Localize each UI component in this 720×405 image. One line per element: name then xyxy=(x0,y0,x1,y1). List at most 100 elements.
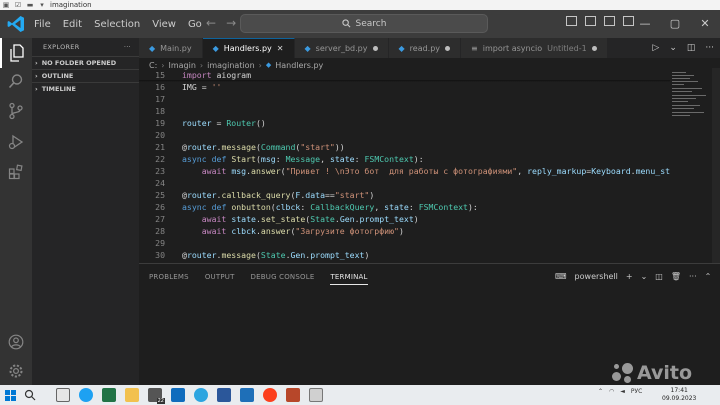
language-indicator[interactable]: РУС xyxy=(631,388,642,395)
tab-server-bd-py[interactable]: ◆ server_bd.py xyxy=(294,38,389,58)
taskbar-search-icon[interactable] xyxy=(24,389,36,401)
terminal-name[interactable]: powershell xyxy=(575,272,618,281)
menu-file[interactable]: File xyxy=(34,19,51,30)
forward-arrow-icon[interactable]: → xyxy=(226,16,236,30)
run-debug-activity-button[interactable] xyxy=(0,127,32,157)
tab-output[interactable]: OUTPUT xyxy=(205,273,235,285)
manage-activity-button[interactable] xyxy=(0,356,32,386)
tab-problems[interactable]: PROBLEMS xyxy=(149,273,189,285)
word-icon[interactable] xyxy=(217,388,231,402)
tray-chevron-icon[interactable]: ⌃ xyxy=(598,388,603,395)
file-explorer-icon[interactable] xyxy=(125,388,139,402)
accounts-activity-button[interactable] xyxy=(0,327,32,357)
task-view-icon[interactable] xyxy=(56,388,70,402)
windows-logo-icon xyxy=(4,389,16,401)
tab-untitled-1[interactable]: ≡ import asyncio Untitled-1 xyxy=(461,38,608,58)
code-line[interactable]: 18 xyxy=(139,105,670,117)
toggle-panel-icon[interactable] xyxy=(585,16,596,26)
run-dropdown-icon[interactable]: ⌄ xyxy=(669,43,677,53)
tab-read-py[interactable]: ◆ read.py xyxy=(388,38,462,58)
terminal-icon: ⌨ xyxy=(555,272,567,281)
store-icon[interactable] xyxy=(171,388,185,402)
code-editor[interactable]: 15 import aiogram 16 IMG = '' 17 18 19 router =… xyxy=(139,68,670,263)
toggle-primary-sidebar-icon[interactable] xyxy=(566,16,577,26)
editor-scrollbar[interactable] xyxy=(712,68,720,263)
dropdown-arrow-icon[interactable]: ▾ xyxy=(38,1,46,9)
close-window-button[interactable]: ✕ xyxy=(690,10,720,38)
tab-debug-console[interactable]: DEBUG CONSOLE xyxy=(251,273,315,285)
minimap-line xyxy=(672,115,690,116)
code-line[interactable]: 26 async def onbutton(clbck: CallbackQuer… xyxy=(139,201,670,213)
volume-icon[interactable]: ◄ xyxy=(620,388,625,395)
yandex-icon[interactable] xyxy=(263,388,277,402)
menu-edit[interactable]: Edit xyxy=(63,19,82,30)
code-line[interactable]: 20 xyxy=(139,129,670,141)
folder-icon: ▬ xyxy=(26,1,34,9)
code-line[interactable]: 19 router = Router() xyxy=(139,117,670,129)
code-line[interactable]: 16 IMG = '' xyxy=(139,81,670,93)
code-line[interactable]: 30 @router.message(State.Gen.prompt_text) xyxy=(139,249,670,261)
close-tab-icon[interactable]: ✕ xyxy=(277,44,284,53)
maximize-panel-icon[interactable]: ⌃ xyxy=(705,272,712,281)
edge-icon[interactable] xyxy=(79,388,93,402)
line-number: 24 xyxy=(155,178,165,188)
toggle-secondary-sidebar-icon[interactable] xyxy=(604,16,615,26)
code-line[interactable]: 24 xyxy=(139,177,670,189)
split-terminal-icon[interactable]: ◫ xyxy=(655,272,663,281)
more-actions-icon[interactable]: ··· xyxy=(689,272,697,281)
back-arrow-icon[interactable]: ← xyxy=(206,16,216,30)
tab-handlers-py[interactable]: ◆ Handlers.py ✕ xyxy=(202,38,295,58)
menu-selection[interactable]: Selection xyxy=(94,19,140,30)
watermark-text: Avito xyxy=(637,362,693,384)
tab-terminal[interactable]: TERMINAL xyxy=(330,273,368,285)
extensions-activity-button[interactable] xyxy=(0,157,32,187)
more-actions-icon[interactable]: ··· xyxy=(705,43,714,53)
minimap-line xyxy=(672,105,700,106)
trash-icon[interactable]: 🗑 xyxy=(671,272,681,281)
section-no-folder[interactable]: › NO FOLDER OPENED xyxy=(32,56,139,69)
excel-icon[interactable] xyxy=(102,388,116,402)
terminal-dropdown-icon[interactable]: ⌄ xyxy=(641,272,648,281)
run-icon[interactable]: ▷ xyxy=(652,43,659,53)
search-activity-button[interactable] xyxy=(0,66,32,96)
code-text: async def onbutton(clbck: CallbackQuery,… xyxy=(182,202,478,212)
minimize-button[interactable]: — xyxy=(630,10,660,38)
clock[interactable]: 17:41 09.09.2023 xyxy=(662,387,696,403)
code-line[interactable]: 17 xyxy=(139,93,670,105)
split-editor-icon[interactable]: ◫ xyxy=(687,43,696,53)
code-line[interactable]: 22 async def Start(msg: Message, state: F… xyxy=(139,153,670,165)
new-terminal-icon[interactable]: + xyxy=(626,272,633,281)
maximize-button[interactable]: ▢ xyxy=(660,10,690,38)
telegram-icon[interactable] xyxy=(194,388,208,402)
code-line[interactable]: 23 await msg.answer("Привет ! \nЭто бот … xyxy=(139,165,670,177)
line-number: 19 xyxy=(155,118,165,128)
vscode-taskbar-icon[interactable] xyxy=(240,388,254,402)
tab-sublabel: Untitled-1 xyxy=(547,43,587,53)
explorer-activity-button[interactable] xyxy=(0,38,32,68)
menu-view[interactable]: View xyxy=(152,19,176,30)
checklist-icon[interactable]: ☑ xyxy=(14,1,22,9)
line-number: 30 xyxy=(155,250,165,260)
code-line[interactable]: 29 xyxy=(139,237,670,249)
menu-go[interactable]: Go xyxy=(188,19,202,30)
code-line[interactable]: 21 @router.message(Command("start")) xyxy=(139,141,670,153)
code-line[interactable]: 15 import aiogram xyxy=(139,69,670,81)
minimap[interactable] xyxy=(670,68,712,263)
save-icon[interactable]: ▣ xyxy=(2,1,10,9)
powerpoint-icon[interactable] xyxy=(286,388,300,402)
explorer-more-button[interactable]: ··· xyxy=(124,43,131,51)
mail-icon[interactable]: 22 xyxy=(148,388,165,404)
wifi-icon[interactable]: ◠ xyxy=(609,388,614,395)
minimap-line xyxy=(672,84,684,85)
start-button[interactable] xyxy=(0,385,20,405)
source-control-activity-button[interactable] xyxy=(0,96,32,126)
section-timeline[interactable]: › TIMELINE xyxy=(32,82,139,95)
notepad-icon[interactable] xyxy=(309,388,323,402)
command-search-box[interactable]: Search xyxy=(240,14,488,33)
source-control-icon xyxy=(9,102,23,120)
code-line[interactable]: 27 await state.set_state(State.Gen.promp… xyxy=(139,213,670,225)
code-line[interactable]: 25 @router.callback_query(F.data=="start"… xyxy=(139,189,670,201)
section-outline[interactable]: › OUTLINE xyxy=(32,69,139,82)
code-line[interactable]: 28 await clbck.answer("Загрузите фотогрф… xyxy=(139,225,670,237)
tab-main-py[interactable]: ◆ Main.py xyxy=(139,38,203,58)
